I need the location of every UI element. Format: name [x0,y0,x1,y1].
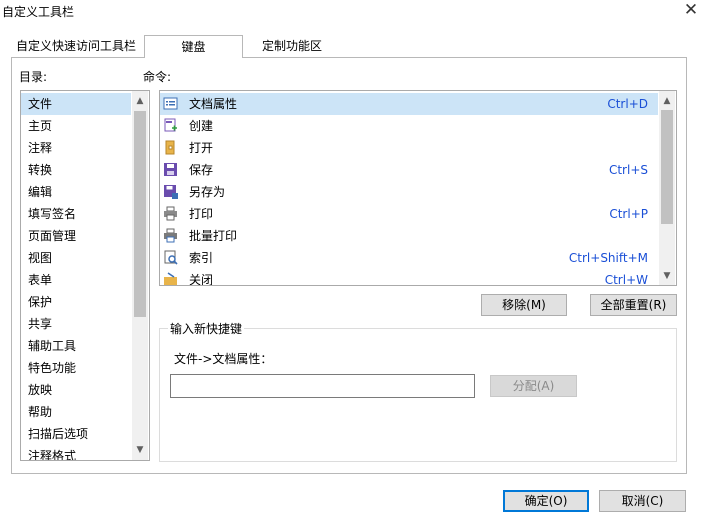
command-name: 另存为 [189,185,226,199]
command-item[interactable]: 保存 Ctrl+S [160,159,658,181]
category-item[interactable]: 辅助工具 [21,335,131,357]
scroll-up-icon[interactable]: ▲ [132,93,148,109]
command-name: 批量打印 [189,229,238,243]
shortcut-input[interactable] [170,374,475,398]
command-name: 关闭 [189,273,214,286]
command-label: 命令: [143,70,172,84]
category-item[interactable]: 表单 [21,269,131,291]
category-item[interactable]: 特色功能 [21,357,131,379]
assign-button[interactable]: 分配(A) [490,375,577,397]
target-command-path: 文件->文档属性： [174,352,273,366]
command-name: 打开 [189,141,214,155]
category-item[interactable]: 编辑 [21,181,131,203]
command-name: 文档属性 [189,97,238,111]
category-item[interactable]: 主页 [21,115,131,137]
category-item[interactable]: 扫描后选项 [21,423,131,445]
batch-print-icon [164,228,177,243]
create-pdf-icon [164,118,177,132]
command-item[interactable]: 文档属性 Ctrl+D [160,93,658,115]
close-icon[interactable]: ✕ [681,0,701,20]
remove-button[interactable]: 移除(M) [481,294,567,316]
command-shortcut: Ctrl+P [609,207,648,221]
category-item[interactable]: 页面管理 [21,225,131,247]
command-item[interactable]: 打印 Ctrl+P [160,203,658,225]
category-item[interactable]: 保护 [21,291,131,313]
category-list[interactable]: 文件 主页 注释 转换 编辑 填写签名 页面管理 视图 表单 保护 共享 辅助工具 特色功能 放映 帮助 扫描… [20,90,150,461]
document-properties-icon [163,97,178,110]
save-as-icon [164,185,178,199]
command-name: 创建 [189,119,214,133]
command-item[interactable]: 关闭 Ctrl+W [160,269,658,286]
ok-button[interactable]: 确定(O) [503,490,589,512]
command-shortcut: Ctrl+W [604,273,648,286]
catalog-label: 目录: [19,70,48,84]
command-item[interactable]: 另存为 [160,181,658,203]
scroll-thumb[interactable] [134,111,146,317]
command-item[interactable]: 创建 [160,115,658,137]
scroll-down-icon[interactable]: ▼ [132,442,148,458]
dialog-title: 自定义工具栏 [2,5,75,19]
tab-customize-ribbon[interactable]: 定制功能区 [262,35,322,57]
scroll-thumb[interactable] [661,110,673,224]
category-item[interactable]: 注释 [21,137,131,159]
new-shortcut-group-title: 输入新快捷键 [168,320,245,337]
cancel-button[interactable]: 取消(C) [599,490,686,512]
category-item[interactable]: 视图 [21,247,131,269]
open-folder-icon [165,140,175,155]
command-scrollbar[interactable]: ▲ ▼ [659,91,675,285]
command-item[interactable]: 打开 [160,137,658,159]
command-shortcut: Ctrl+Shift+M [568,251,648,265]
category-item[interactable]: 文件 [21,93,131,115]
print-icon [164,206,177,221]
command-name: 索引 [189,251,214,265]
command-list[interactable]: 文档属性 Ctrl+D 创建打开保存 Ctrl+S 另存为打印 Ctrl+P 批量打印索引 C… [159,90,677,286]
category-item[interactable]: 共享 [21,313,131,335]
category-item[interactable]: 转换 [21,159,131,181]
category-item[interactable]: 填写签名 [21,203,131,225]
command-shortcut: Ctrl+D [607,97,648,111]
save-icon [164,163,177,176]
reset-all-button[interactable]: 全部重置(R) [590,294,677,316]
category-scrollbar[interactable]: ▲ ▼ [132,91,148,460]
category-item[interactable]: 放映 [21,379,131,401]
close-file-icon [164,272,177,285]
scroll-up-icon[interactable]: ▲ [659,93,675,109]
category-item[interactable]: 帮助 [21,401,131,423]
command-shortcut: Ctrl+S [608,163,648,177]
command-name: 打印 [189,207,214,221]
command-item[interactable]: 索引 Ctrl+Shift+M [160,247,658,269]
category-item[interactable]: 注释格式 [21,445,131,460]
index-icon [164,250,178,265]
tab-quick-access-toolbar[interactable]: 自定义快速访问工具栏 [16,35,136,57]
tab-keyboard[interactable]: 键盘 [144,35,243,58]
command-item[interactable]: 批量打印 [160,225,658,247]
scroll-down-icon[interactable]: ▼ [659,268,675,284]
command-name: 保存 [189,163,214,177]
